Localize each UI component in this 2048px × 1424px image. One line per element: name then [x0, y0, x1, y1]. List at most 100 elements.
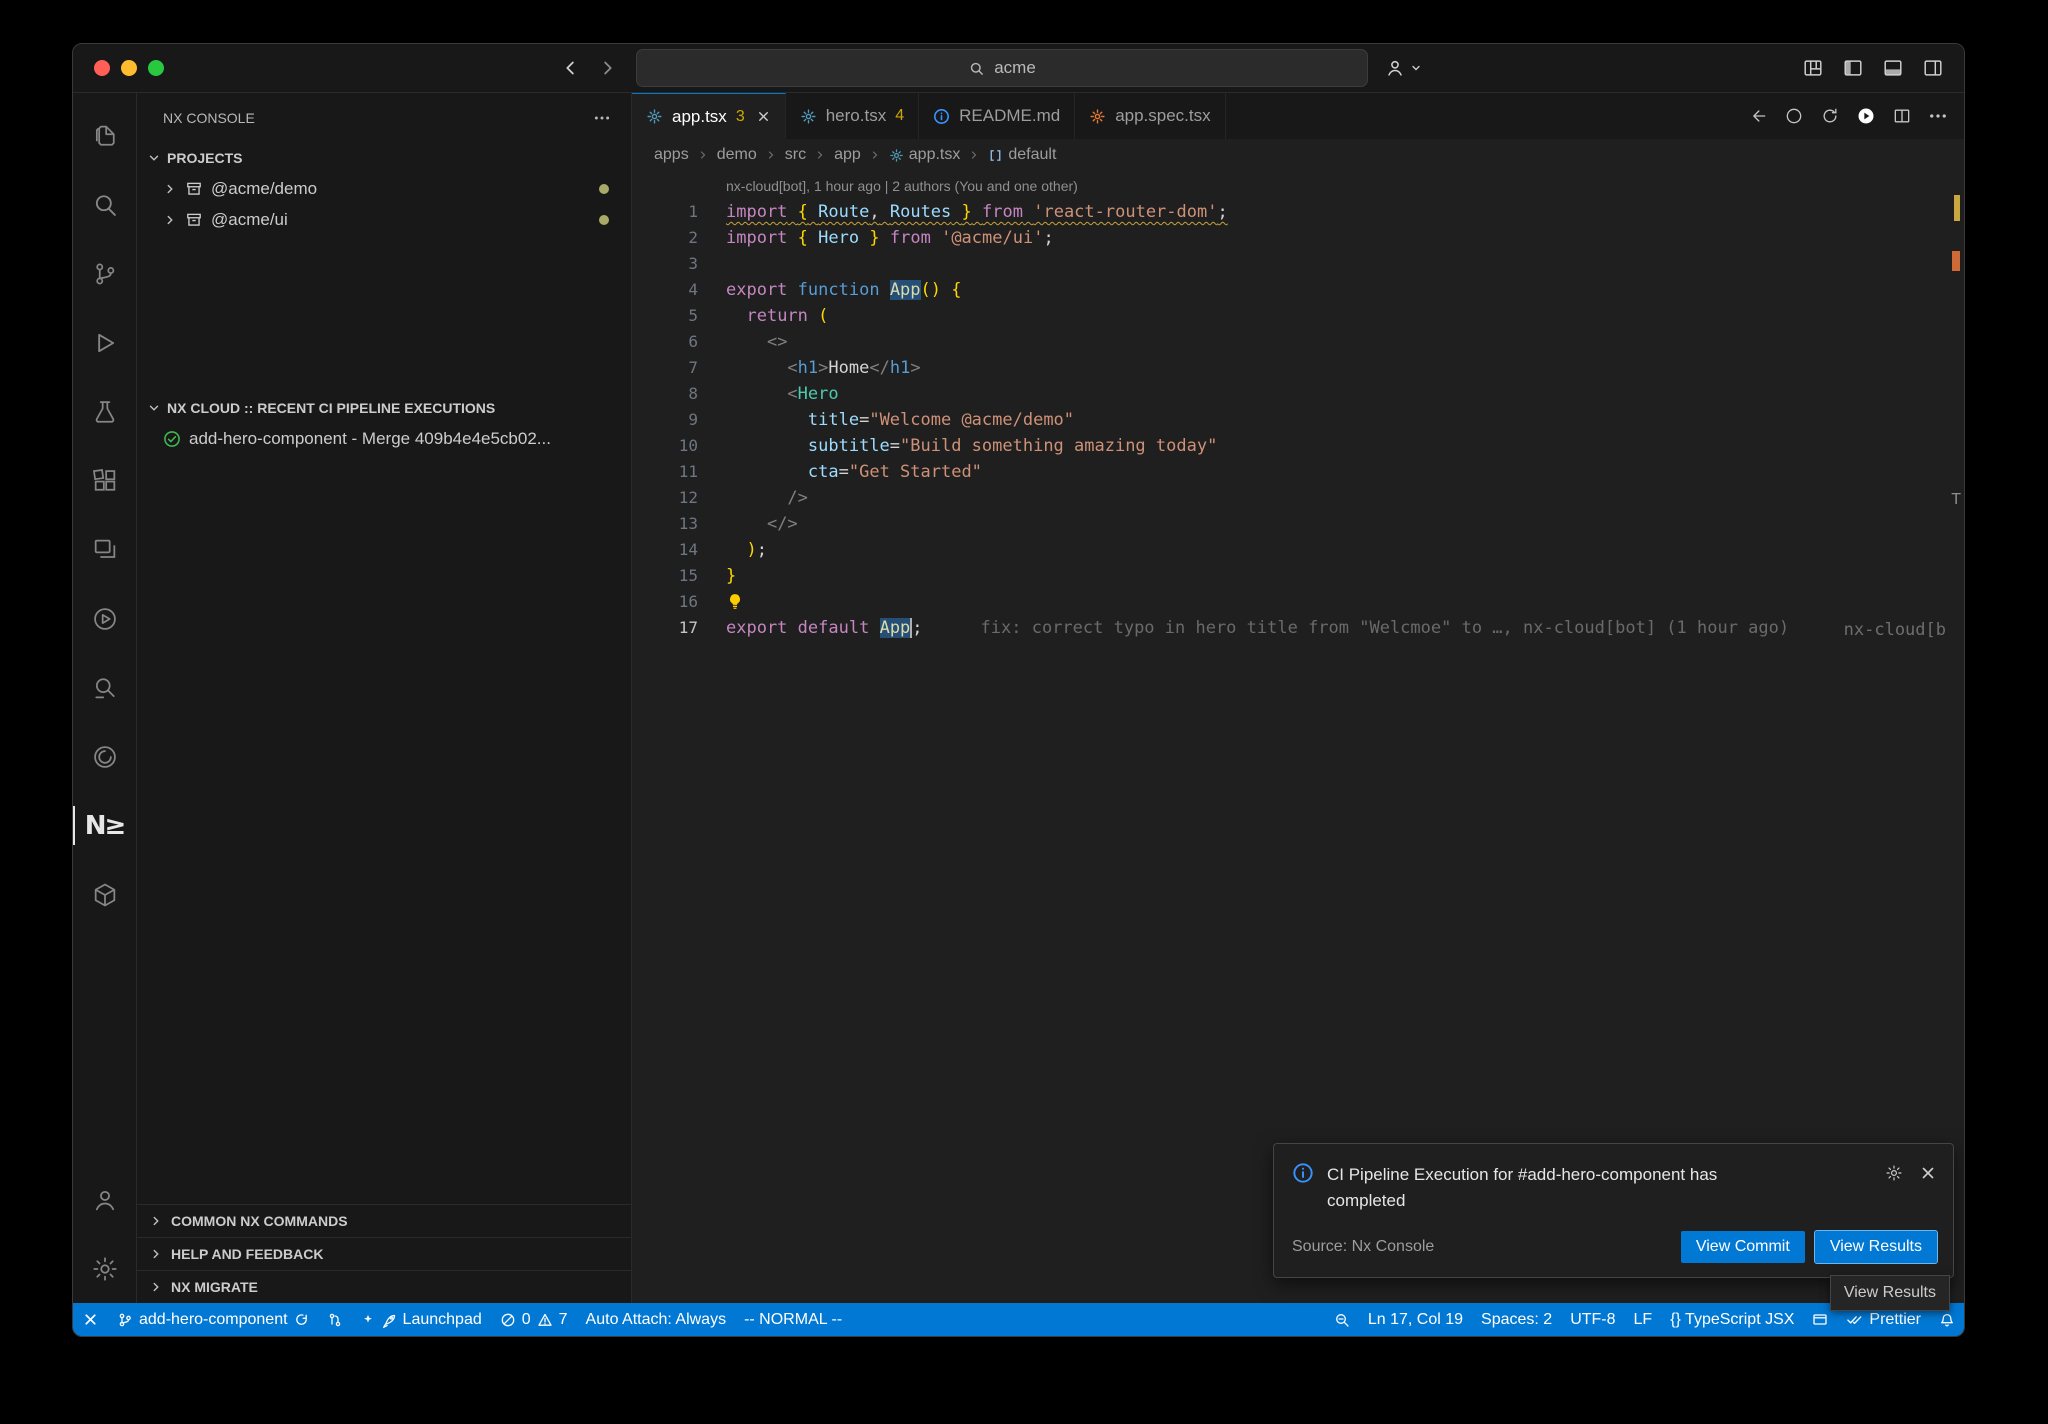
toggle-primary-sidebar-icon[interactable] — [1842, 57, 1864, 79]
cursor-position-status[interactable]: Ln 17, Col 19 — [1359, 1303, 1472, 1336]
code-line[interactable]: 5 return ( — [632, 303, 1964, 329]
play-circle-icon[interactable] — [73, 584, 136, 653]
run-file-icon[interactable] — [1856, 106, 1876, 126]
split-editor-icon[interactable] — [1892, 106, 1912, 126]
swirl-logo-icon[interactable] — [73, 722, 136, 791]
code-line[interactable]: 2import { Hero } from '@acme/ui'; — [632, 225, 1964, 251]
tab-label: README.md — [959, 106, 1060, 126]
accounts-icon[interactable] — [73, 1165, 136, 1234]
code-line[interactable]: 11 cta="Get Started" — [632, 459, 1964, 485]
editor-more-actions-icon[interactable] — [1928, 106, 1948, 126]
code-line[interactable]: 16 — [632, 589, 1964, 615]
tab-app-tsx[interactable]: app.tsx 3 — [632, 93, 786, 139]
zoom-window-button[interactable] — [148, 60, 164, 76]
tab-hero-tsx[interactable]: hero.tsx 4 — [786, 93, 919, 139]
settings-gear-icon[interactable] — [73, 1234, 136, 1303]
command-center-search[interactable]: acme — [636, 49, 1368, 87]
line-number: 17 — [632, 615, 698, 641]
launchpad-status[interactable]: Launchpad — [352, 1303, 491, 1336]
extensions-icon[interactable] — [73, 446, 136, 515]
breadcrumb-item-file[interactable]: app.tsx — [889, 146, 961, 164]
toggle-secondary-sidebar-icon[interactable] — [1922, 57, 1944, 79]
code-line[interactable]: 1import { Route, Routes } from 'react-ro… — [632, 199, 1964, 225]
tab-readme-md[interactable]: README.md — [919, 93, 1075, 139]
run-debug-icon[interactable] — [73, 308, 136, 377]
tab-app-spec-tsx[interactable]: app.spec.tsx — [1075, 93, 1225, 139]
refresh-circle-icon[interactable] — [1820, 106, 1840, 126]
minimize-window-button[interactable] — [121, 60, 137, 76]
code-line[interactable]: 9 title="Welcome @acme/demo" — [632, 407, 1964, 433]
code-line[interactable]: 8 <Hero — [632, 381, 1964, 407]
circle-outline-icon[interactable] — [1784, 106, 1804, 126]
eol-status[interactable]: LF — [1625, 1303, 1662, 1336]
vim-mode-status[interactable]: -- NORMAL -- — [735, 1303, 851, 1336]
problems-status[interactable]: 0 7 — [491, 1303, 577, 1336]
notification-close-icon[interactable] — [1919, 1164, 1937, 1182]
git-compare-status[interactable] — [318, 1303, 352, 1336]
code-line[interactable]: 15} — [632, 563, 1964, 589]
line-content: <Hero — [698, 381, 839, 407]
pipeline-execution-item[interactable]: add-hero-component - Merge 409b4e4e5cb02… — [137, 423, 631, 454]
tab-problems-badge: 4 — [895, 107, 904, 125]
close-tab-icon[interactable] — [756, 109, 771, 124]
close-window-button[interactable] — [94, 60, 110, 76]
chevron-right-icon — [163, 213, 177, 227]
breadcrumb-item[interactable]: src — [785, 146, 806, 164]
git-branch-status[interactable]: add-hero-component — [108, 1303, 318, 1336]
testing-icon[interactable] — [73, 377, 136, 446]
code-line[interactable]: 14 ); — [632, 537, 1964, 563]
toggle-panel-icon[interactable] — [1882, 57, 1904, 79]
notification-settings-gear-icon[interactable] — [1885, 1164, 1903, 1182]
line-content: <> — [698, 329, 787, 355]
code-line[interactable]: 17export default App;fix: correct typo i… — [632, 615, 1964, 641]
code-line[interactable]: 6 <> — [632, 329, 1964, 355]
view-commit-button[interactable]: View Commit — [1681, 1231, 1805, 1263]
zoom-status[interactable] — [1325, 1303, 1359, 1336]
indentation-status[interactable]: Spaces: 2 — [1472, 1303, 1561, 1336]
breadcrumb-item[interactable]: app — [834, 146, 861, 164]
navigate-back-icon[interactable] — [560, 57, 582, 79]
project-item-acme-ui[interactable]: @acme/ui — [137, 204, 631, 235]
navigate-back-editor-icon[interactable] — [1748, 106, 1768, 126]
breadcrumb-item[interactable]: demo — [717, 146, 757, 164]
code-line[interactable]: 12 /> — [632, 485, 1964, 511]
code-line[interactable]: 13 </> — [632, 511, 1964, 537]
navigate-forward-icon[interactable] — [596, 57, 618, 79]
lightbulb-icon[interactable] — [726, 589, 744, 615]
code-line[interactable]: 4export function App() { — [632, 277, 1964, 303]
nx-console-icon[interactable]: N≥ — [73, 791, 136, 860]
pipeline-execution-label: add-hero-component - Merge 409b4e4e5cb02… — [189, 429, 609, 449]
language-mode-status[interactable]: {} TypeScript JSX — [1661, 1303, 1803, 1336]
source-control-icon[interactable] — [73, 239, 136, 308]
section-projects[interactable]: PROJECTS — [137, 143, 631, 173]
remote-explorer-icon[interactable] — [73, 515, 136, 584]
customize-layout-icon[interactable] — [1802, 57, 1824, 79]
code-editor[interactable]: nx-cloud[bot], 1 hour ago | 2 authors (Y… — [632, 171, 1964, 1303]
search-sidebar-icon[interactable] — [73, 170, 136, 239]
codelens-blame[interactable]: nx-cloud[bot], 1 hour ago | 2 authors (Y… — [726, 171, 1964, 199]
overview-ruler[interactable]: T — [1946, 171, 1964, 1303]
project-item-acme-demo[interactable]: @acme/demo — [137, 173, 631, 204]
section-nx-cloud[interactable]: NX CLOUD :: RECENT CI PIPELINE EXECUTION… — [137, 393, 631, 423]
encoding-status[interactable]: UTF-8 — [1561, 1303, 1624, 1336]
code-line[interactable]: 7 <h1>Home</h1> — [632, 355, 1964, 381]
account-menu[interactable] — [1384, 57, 1422, 79]
explorer-icon[interactable] — [73, 101, 136, 170]
breadcrumb-item[interactable]: apps — [654, 146, 689, 164]
section-help-and-feedback[interactable]: HELP AND FEEDBACK — [137, 1237, 631, 1270]
remote-indicator[interactable] — [73, 1303, 108, 1336]
line-content: return ( — [698, 303, 828, 329]
sidebar-nx-console: NX CONSOLE PROJECTS @acme/demo @acme/ui — [137, 93, 632, 1303]
section-nx-migrate[interactable]: NX MIGRATE — [137, 1270, 631, 1303]
branch-name: add-hero-component — [139, 1311, 288, 1329]
code-line[interactable]: 10 subtitle="Build something amazing tod… — [632, 433, 1964, 459]
package-explorer-icon[interactable] — [73, 860, 136, 929]
breadcrumb-item-symbol[interactable]: default — [988, 146, 1056, 164]
section-common-nx-commands[interactable]: COMMON NX COMMANDS — [137, 1204, 631, 1237]
line-content: ); — [698, 537, 767, 563]
auto-attach-status[interactable]: Auto Attach: Always — [577, 1303, 736, 1336]
view-results-button[interactable]: View Results — [1815, 1231, 1937, 1263]
code-line[interactable]: 3 — [632, 251, 1964, 277]
search-editor-icon[interactable] — [73, 653, 136, 722]
more-actions-icon[interactable] — [593, 109, 611, 127]
